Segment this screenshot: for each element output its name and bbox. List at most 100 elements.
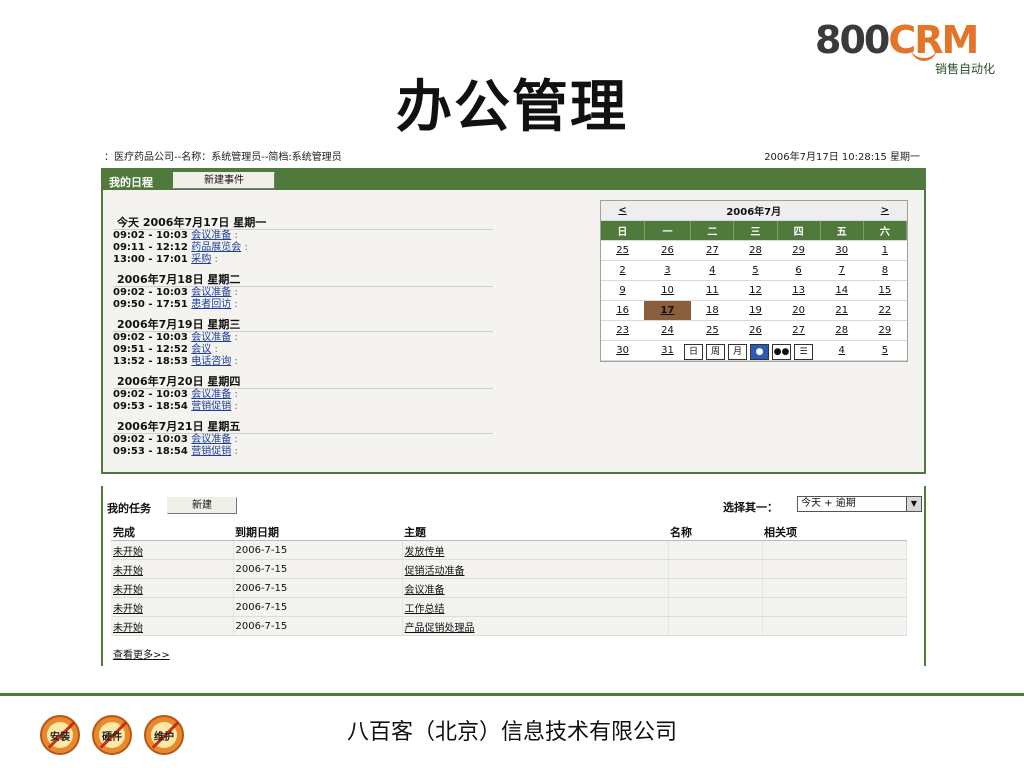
calendar-day-link[interactable]: 29 (792, 245, 805, 256)
calendar-day-link[interactable]: 4 (839, 345, 845, 356)
next-month-link[interactable]: > (881, 205, 889, 216)
calendar-day-cell: 18 (690, 300, 734, 321)
event-subject-link[interactable]: 会议准备 (191, 287, 231, 298)
task-status-link[interactable]: 未开始 (113, 547, 143, 558)
calendar-day-link[interactable]: 15 (879, 285, 892, 296)
calendar-day-link[interactable]: 12 (749, 285, 762, 296)
calendar-day-link[interactable]: 3 (664, 265, 670, 276)
calendar-day-link[interactable]: 28 (749, 245, 762, 256)
event-subject-link[interactable]: 营销促销 (191, 446, 231, 457)
schedule-day: 2006年7月21日 星期五 09:02 - 10:03 会议准备 :09:53 … (113, 416, 493, 458)
calendar-day-link[interactable]: 26 (749, 325, 762, 336)
task-subject-link[interactable]: 产品促销处理品 (405, 623, 475, 634)
task-status-link[interactable]: 未开始 (113, 585, 143, 596)
calendar-day-link[interactable]: 24 (661, 325, 674, 336)
col-due: 到期日期 (233, 524, 402, 541)
calendar-day-link[interactable]: 13 (792, 285, 805, 296)
calendar-day-link[interactable]: 5 (882, 345, 888, 356)
event-subject-link[interactable]: 药品展览会 (191, 242, 241, 253)
event-time: 09:11 - 12:12 (113, 242, 188, 253)
calendar-day-link[interactable]: 18 (706, 305, 719, 316)
schedule-header: 我的日程 新建事件 (103, 170, 924, 190)
calendar-day-link[interactable]: 4 (709, 265, 715, 276)
calendar-day-link[interactable]: 25 (616, 245, 629, 256)
calendar-day-link[interactable]: 1 (882, 245, 888, 256)
calendar-day-link[interactable]: 8 (882, 265, 888, 276)
event-subject-link[interactable]: 采购 (191, 254, 211, 265)
task-subject-link[interactable]: 会议准备 (405, 585, 445, 596)
calendar-day-cell: 12 (733, 280, 778, 301)
calendar-day-cell: 22 (863, 300, 907, 321)
calendar-day-link[interactable]: 19 (749, 305, 762, 316)
calendar-day-link[interactable]: 11 (706, 285, 719, 296)
multi-user-icon[interactable]: ●● (772, 344, 791, 360)
calendar-day-link[interactable]: 16 (616, 305, 629, 316)
calendar-day-link[interactable]: 14 (835, 285, 848, 296)
list-icon[interactable]: ☰ (794, 344, 813, 360)
calendar-day-link[interactable]: 27 (792, 325, 805, 336)
event-subject-link[interactable]: 电话咨询 (191, 356, 231, 367)
event-subject-link[interactable]: 会议准备 (191, 230, 231, 241)
weekday-label: 日 (601, 220, 645, 241)
calendar-day-link[interactable]: 5 (752, 265, 758, 276)
calendar-day-link[interactable]: 20 (792, 305, 805, 316)
event-subject-link[interactable]: 会议 (191, 344, 211, 355)
calendar-day-cell: 5 (733, 260, 778, 281)
event-suffix: : (241, 242, 248, 253)
task-status-link[interactable]: 未开始 (113, 623, 143, 634)
col-subject: 主题 (402, 524, 668, 541)
new-event-button[interactable]: 新建事件 (173, 172, 275, 189)
current-datetime: 2006年7月17日 10:28:15 星期一 (764, 152, 920, 163)
calendar-day-link[interactable]: 25 (706, 325, 719, 336)
day-view-icon[interactable]: 日 (684, 344, 703, 360)
new-task-button[interactable]: 新建 (167, 497, 237, 514)
task-subject-link[interactable]: 促销活动准备 (405, 566, 465, 577)
task-subject-link[interactable]: 发放传单 (405, 547, 445, 558)
calendar-day-link[interactable]: 29 (879, 325, 892, 336)
calendar-day-link[interactable]: 26 (661, 245, 674, 256)
schedule-event: 09:53 - 18:54 营销促销 : (113, 446, 493, 458)
calendar-day-link[interactable]: 22 (879, 305, 892, 316)
prev-month-link[interactable]: < (618, 205, 626, 216)
calendar-day-cell: 19 (733, 300, 778, 321)
calendar-day-link[interactable]: 31 (661, 345, 674, 356)
calendar-day-link[interactable]: 2 (619, 265, 625, 276)
task-subject-cell: 发放传单 (402, 540, 669, 560)
single-user-icon[interactable]: ● (750, 344, 769, 360)
event-time: 13:00 - 17:01 (113, 254, 188, 265)
week-view-icon[interactable]: 周 (706, 344, 725, 360)
task-status-cell: 未开始 (111, 578, 234, 598)
calendar-day-link[interactable]: 30 (616, 345, 629, 356)
view-more-link[interactable]: 查看更多>> (113, 646, 170, 661)
task-related-cell (762, 559, 907, 579)
task-related-cell (762, 540, 907, 560)
event-time: 09:02 - 10:03 (113, 332, 188, 343)
task-table: 完成 到期日期 主题 名称 相关项 未开始 2006-7-15 发放传单 未开始 200… (111, 524, 907, 636)
task-status-link[interactable]: 未开始 (113, 604, 143, 615)
month-view-icon[interactable]: 月 (728, 344, 747, 360)
event-subject-link[interactable]: 患者回访 (191, 299, 231, 310)
calendar-day-link[interactable]: 30 (835, 245, 848, 256)
calendar-day-link[interactable]: 17 (660, 305, 674, 316)
task-status-link[interactable]: 未开始 (113, 566, 143, 577)
chevron-down-icon[interactable]: ▼ (906, 497, 921, 511)
footer-divider (0, 693, 1024, 696)
event-subject-link[interactable]: 营销促销 (191, 401, 231, 412)
event-subject-link[interactable]: 会议准备 (191, 434, 231, 445)
task-due-cell: 2006-7-15 (233, 540, 403, 560)
task-name-cell (668, 597, 763, 617)
calendar-day-link[interactable]: 21 (835, 305, 848, 316)
weekday-label: 六 (863, 220, 908, 241)
calendar-day-link[interactable]: 23 (616, 325, 629, 336)
calendar-day-link[interactable]: 28 (835, 325, 848, 336)
calendar-day-link[interactable]: 7 (839, 265, 845, 276)
event-suffix: : (211, 344, 218, 355)
calendar-day-link[interactable]: 6 (795, 265, 801, 276)
calendar-day-link[interactable]: 9 (619, 285, 625, 296)
event-subject-link[interactable]: 会议准备 (191, 332, 231, 343)
task-filter-select[interactable]: 今天 + 逾期 ▼ (797, 496, 922, 512)
calendar-day-link[interactable]: 10 (661, 285, 674, 296)
event-subject-link[interactable]: 会议准备 (191, 389, 231, 400)
calendar-day-link[interactable]: 27 (706, 245, 719, 256)
task-subject-link[interactable]: 工作总结 (405, 604, 445, 615)
